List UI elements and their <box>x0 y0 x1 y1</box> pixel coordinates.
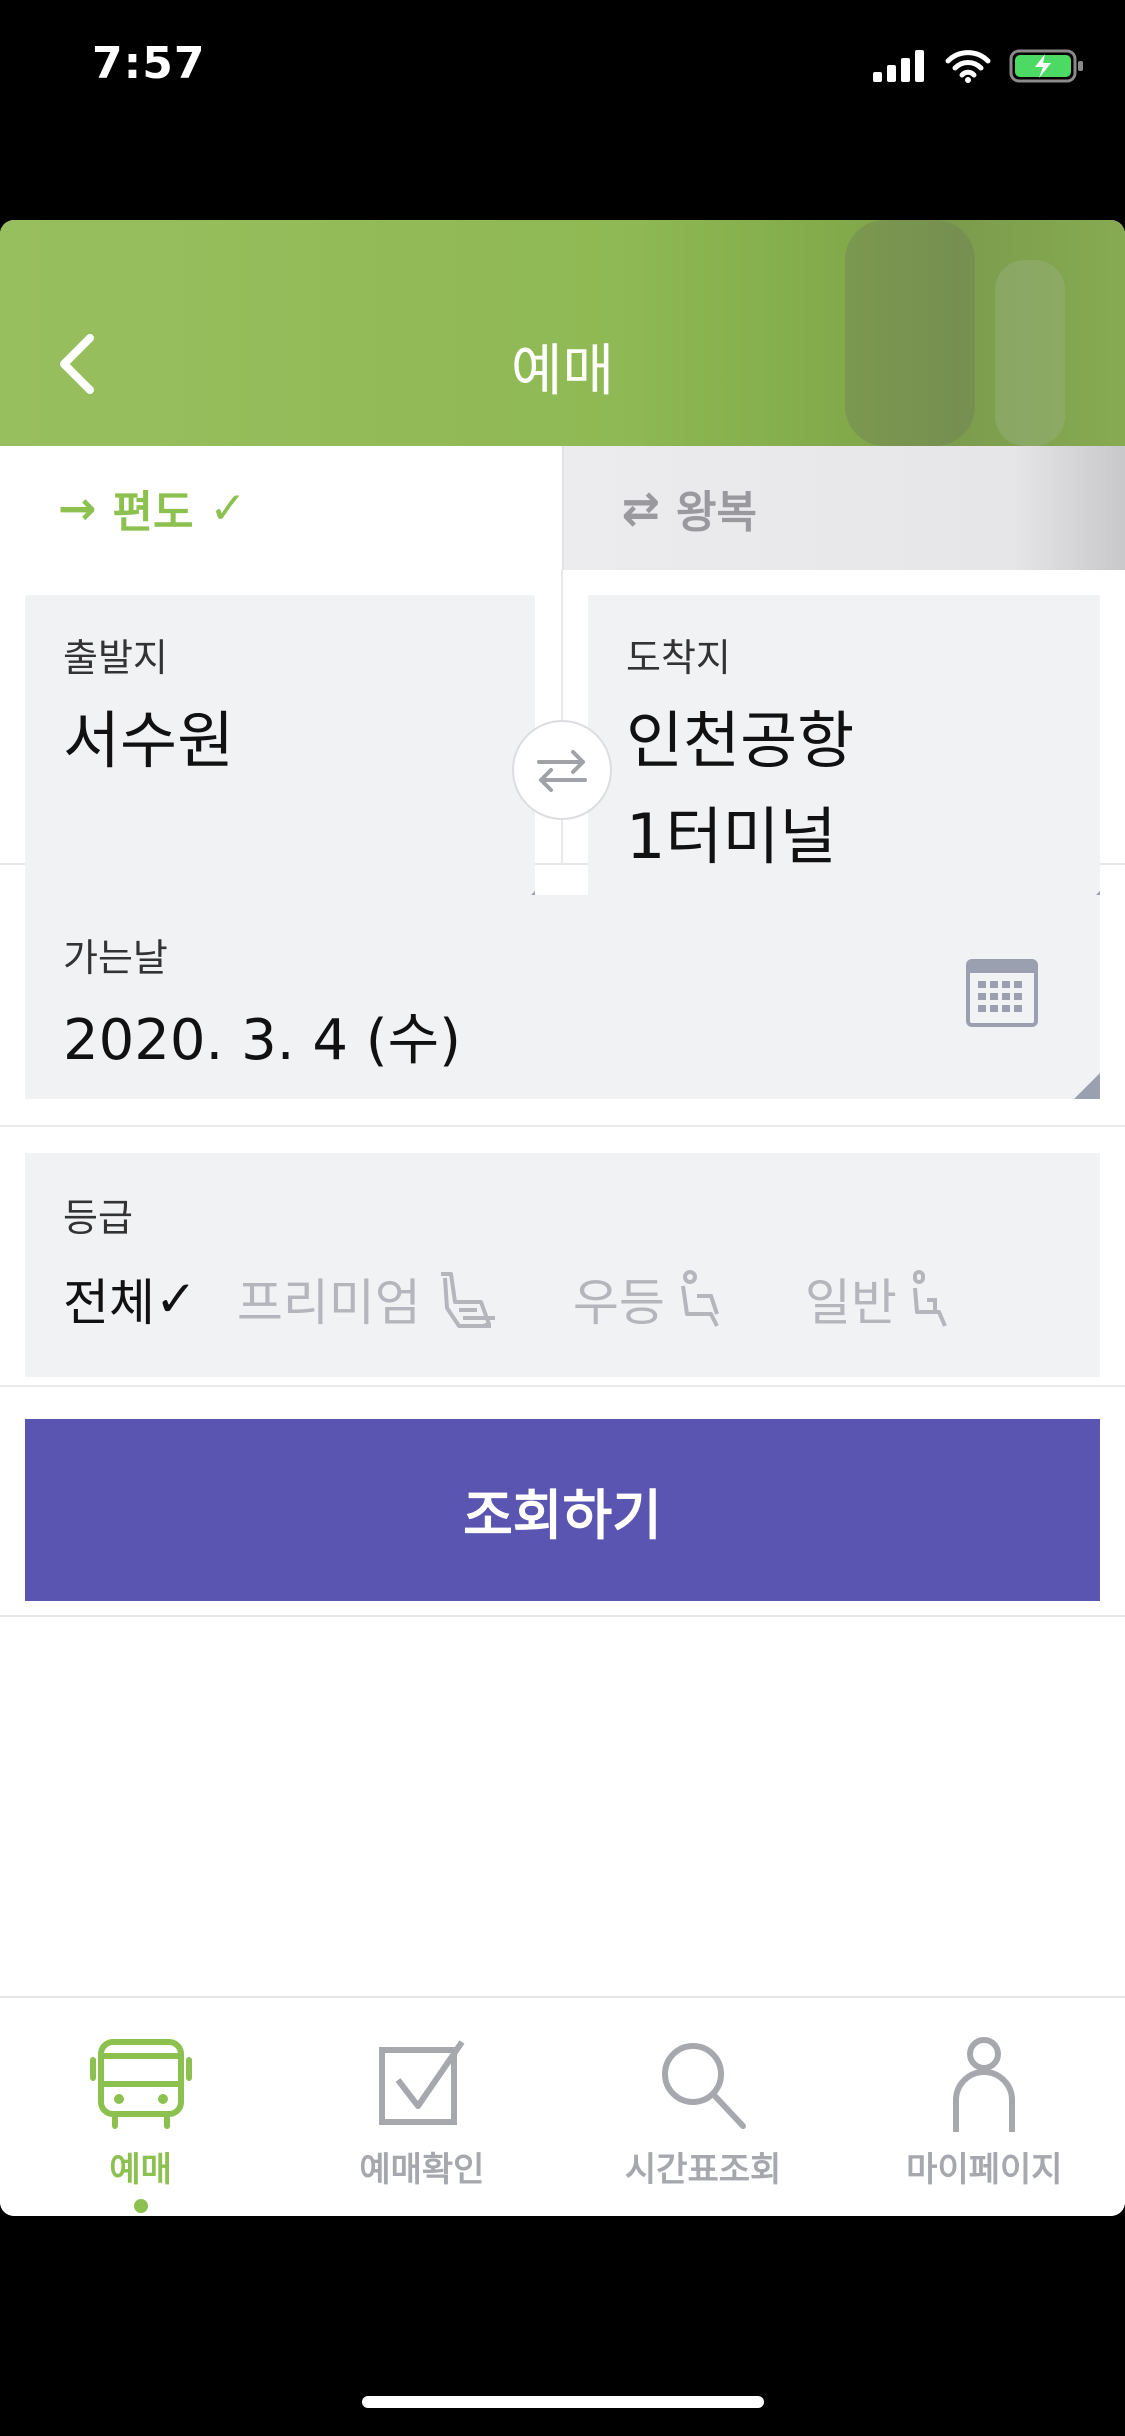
grade-option-label: 일반 <box>804 1274 897 1332</box>
page-title: 예매 <box>510 339 615 404</box>
grade-option-deluxe[interactable]: 우등 <box>573 1263 735 1335</box>
app-screen: 예매 → 편도 ✓ ⇄ 왕복 출발지 서수원 도착지 인천공항 1터미널 가는날… <box>0 220 1125 2216</box>
tabbar-label: 마이페이지 <box>906 2150 1063 2190</box>
bottom-tab-bar: 예매 예매확인 시간표조회 마이페이지 <box>0 1996 1125 2216</box>
swap-stations-button[interactable] <box>512 720 612 820</box>
search-button[interactable]: 조회하기 <box>25 1419 1100 1601</box>
search-icon <box>662 2043 747 2129</box>
grade-option-premium[interactable]: 프리미엄 <box>237 1263 503 1335</box>
grade-option-label: 전체 <box>63 1274 155 1332</box>
tabbar-item-mypage[interactable]: 마이페이지 <box>844 1998 1125 2216</box>
arrival-label: 도착지 <box>626 636 731 680</box>
corner-indicator <box>1074 1073 1100 1099</box>
grade-option-label: 우등 <box>572 1274 665 1332</box>
status-icons <box>873 48 1085 84</box>
deluxe-seat-icon <box>680 1270 719 1327</box>
grade-option-standard[interactable]: 일반 <box>805 1263 959 1335</box>
swap-arrows-icon: ⇄ <box>621 481 661 535</box>
date-value: 2020. 3. 4 (수) <box>63 1008 461 1073</box>
trip-type-tabs: → 편도 ✓ ⇄ 왕복 <box>0 446 1125 570</box>
home-indicator[interactable] <box>362 2396 764 2408</box>
person-icon <box>953 2037 1016 2132</box>
arrival-value: 인천공항 1터미널 <box>626 693 854 885</box>
standard-seat-icon <box>912 1270 947 1327</box>
grade-options: 전체 ✓ 프리미엄 우등 일반 <box>63 1263 959 1335</box>
departure-value: 서수원 <box>63 704 235 777</box>
tabbar-item-confirm[interactable]: 예매확인 <box>281 1998 562 2216</box>
station-section: 출발지 서수원 도착지 인천공항 1터미널 <box>0 570 1125 917</box>
tabbar-label: 시간표조회 <box>624 2150 782 2190</box>
tab-oneway-label: 편도 <box>112 487 194 538</box>
arrival-value-line1: 인천공항 <box>626 704 855 777</box>
departure-label: 출발지 <box>63 636 168 680</box>
tabbar-item-reservation[interactable]: 예매 <box>0 1998 281 2216</box>
battery-charging-icon <box>1009 49 1083 83</box>
status-bar: 7:57 <box>0 0 1125 140</box>
grade-option-label: 프리미엄 <box>236 1274 421 1332</box>
premium-seat-icon <box>440 1272 495 1328</box>
calendar-icon <box>966 959 1038 1027</box>
search-section: 조회하기 <box>0 1387 1125 1617</box>
swap-arrows-icon <box>537 750 587 792</box>
active-indicator-dot <box>133 2199 148 2213</box>
checkbox-icon <box>378 2040 465 2125</box>
wifi-icon <box>945 50 991 83</box>
tabbar-label: 예매 <box>109 2150 172 2190</box>
date-section: 가는날 2020. 3. 4 (수) <box>0 865 1125 1127</box>
grade-field: 등급 전체 ✓ 프리미엄 우등 일반 <box>25 1153 1100 1377</box>
grade-label: 등급 <box>63 1196 133 1240</box>
tabbar-item-timetable[interactable]: 시간표조회 <box>563 1998 844 2216</box>
cellular-signal-icon <box>873 50 924 82</box>
date-label: 가는날 <box>63 936 168 980</box>
divider <box>561 570 563 865</box>
bus-icon <box>89 2039 192 2129</box>
check-icon: ✓ <box>155 1270 197 1328</box>
tab-roundtrip-label: 왕복 <box>676 487 758 538</box>
arrow-right-icon: → <box>58 481 97 535</box>
status-time: 7:57 <box>92 38 206 89</box>
tab-roundtrip[interactable]: ⇄ 왕복 <box>561 446 1125 570</box>
grade-section: 등급 전체 ✓ 프리미엄 우등 일반 <box>0 1127 1125 1387</box>
check-icon: ✓ <box>209 482 247 534</box>
grade-option-all[interactable]: 전체 ✓ <box>63 1263 197 1335</box>
tabbar-label: 예매확인 <box>359 2150 485 2190</box>
tab-oneway[interactable]: → 편도 ✓ <box>0 446 562 570</box>
date-field[interactable]: 가는날 2020. 3. 4 (수) <box>25 895 1100 1099</box>
header: 예매 <box>0 220 1125 446</box>
